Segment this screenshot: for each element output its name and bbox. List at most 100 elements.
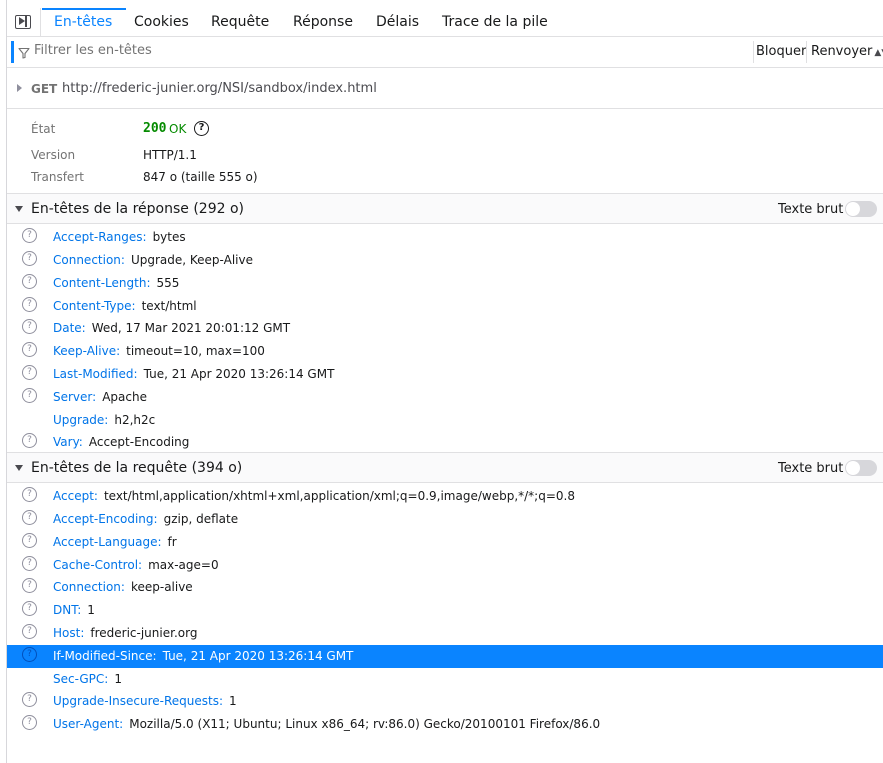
toolbar-divider [806, 41, 807, 63]
request-headers-section-header[interactable]: En-têtes de la requête (394 o) Texte bru… [7, 452, 883, 483]
help-icon[interactable]: ? [22, 647, 37, 662]
help-icon[interactable]: ? [22, 578, 37, 593]
request-headers-title: En-têtes de la requête (394 o) [31, 460, 243, 476]
sidebar-toggle-icon[interactable] [15, 15, 31, 29]
response-headers-section-header[interactable]: En-têtes de la réponse (292 o) Texte bru… [7, 193, 883, 224]
help-icon[interactable]: ? [22, 251, 37, 266]
help-icon[interactable]: ? [22, 297, 37, 312]
raw-text-toggle[interactable] [845, 460, 877, 476]
help-icon[interactable]: ? [22, 533, 37, 548]
header-name: Accept-Ranges: bytes [53, 230, 186, 244]
header-name: Accept-Language: fr [53, 535, 177, 549]
header-value: bytes [152, 230, 186, 244]
header-value: h2,h2c [114, 413, 156, 427]
request-header-row[interactable]: ? Connection: keep-alive [7, 576, 883, 599]
response-header-row[interactable]: ? Content-Length: 555 [7, 272, 883, 295]
help-icon[interactable]: ? [22, 487, 37, 502]
header-value: Mozilla/5.0 (X11; Ubuntu; Linux x86_64; … [129, 717, 601, 731]
status-code: 200 [143, 121, 167, 136]
header-value: Upgrade, Keep-Alive [130, 253, 253, 267]
help-icon[interactable]: ? [22, 601, 37, 616]
tab-stack-trace[interactable]: Trace de la pile [442, 8, 548, 36]
details-tab-bar: En-têtes Cookies Requête Réponse Délais … [7, 8, 883, 37]
request-header-row[interactable]: ? Upgrade-Insecure-Requests: 1 [7, 690, 883, 713]
help-icon[interactable]: ? [22, 692, 37, 707]
response-header-row[interactable]: ? Vary: Accept-Encoding [7, 431, 883, 454]
help-icon[interactable]: ? [22, 624, 37, 639]
header-name: Accept: text/html,application/xhtml+xml,a… [53, 489, 575, 503]
request-url-row[interactable]: GET http://frederic-junier.org/NSI/sandb… [7, 69, 883, 109]
tab-cookies[interactable]: Cookies [134, 8, 189, 36]
request-method: GET [31, 82, 58, 96]
response-header-row[interactable]: ? Content-Type: text/html [7, 295, 883, 318]
header-name: Vary: Accept-Encoding [53, 435, 190, 449]
block-button[interactable]: Bloquer [756, 44, 806, 59]
help-icon[interactable]: ? [22, 319, 37, 334]
header-value: text/html [141, 299, 197, 313]
request-header-row[interactable]: ? Accept: text/html,application/xhtml+xml… [7, 485, 883, 508]
header-name: DNT: 1 [53, 603, 95, 617]
raw-text-label: Texte brut [778, 461, 844, 476]
tab-request[interactable]: Requête [211, 8, 269, 36]
version-label: Version [31, 148, 76, 162]
header-value: timeout=10, max=100 [126, 344, 265, 358]
help-icon[interactable]: ? [194, 121, 209, 136]
header-name: Content-Type: text/html [53, 299, 197, 313]
request-header-row[interactable]: ? User-Agent: Mozilla/5.0 (X11; Ubuntu; L… [7, 713, 883, 736]
help-icon[interactable]: ? [22, 274, 37, 289]
tab-timings[interactable]: Délais [376, 8, 419, 36]
request-header-row[interactable]: ? Cache-Control: max-age=0 [7, 554, 883, 577]
response-header-row[interactable]: Upgrade: h2,h2c [7, 409, 883, 432]
request-header-row[interactable]: ? Accept-Encoding: gzip, deflate [7, 508, 883, 531]
help-icon[interactable]: ? [22, 365, 37, 380]
response-header-row[interactable]: ? Date: Wed, 17 Mar 2021 20:01:12 GMT [7, 317, 883, 340]
toolbar-divider [753, 41, 754, 63]
filter-headers-input[interactable]: Filtrer les en-têtes [34, 43, 152, 58]
header-name: Server: Apache [53, 390, 147, 404]
header-name: Date: Wed, 17 Mar 2021 20:01:12 GMT [53, 321, 291, 335]
resend-label: Renvoyer [811, 44, 873, 59]
expand-arrow-icon[interactable] [17, 84, 22, 92]
header-value: gzip, deflate [163, 512, 239, 526]
help-icon[interactable]: ? [22, 342, 37, 357]
collapse-arrow-icon[interactable] [15, 206, 23, 212]
help-icon[interactable]: ? [22, 388, 37, 403]
request-header-row[interactable]: ? DNT: 1 [7, 599, 883, 622]
request-header-row[interactable]: ? Accept-Language: fr [7, 531, 883, 554]
header-name: Host: frederic-junier.org [53, 626, 198, 640]
header-name: Upgrade: h2,h2c [53, 413, 156, 427]
help-icon[interactable]: ? [22, 510, 37, 525]
help-icon[interactable]: ? [22, 715, 37, 730]
header-value: max-age=0 [148, 558, 219, 572]
up-down-arrows-icon: ▲▼ [874, 48, 883, 58]
header-value: keep-alive [130, 580, 193, 594]
response-header-row[interactable]: ? Last-Modified: Tue, 21 Apr 2020 13:26:1… [7, 363, 883, 386]
header-name: User-Agent: Mozilla/5.0 (X11; Ubuntu; Lin… [53, 717, 601, 731]
header-name: Content-Length: 555 [53, 276, 180, 290]
collapse-arrow-icon[interactable] [15, 465, 23, 471]
funnel-icon [18, 47, 30, 59]
header-name: Upgrade-Insecure-Requests: 1 [53, 694, 237, 708]
help-icon[interactable]: ? [22, 556, 37, 571]
header-name: Accept-Encoding: gzip, deflate [53, 512, 239, 526]
response-header-row[interactable]: ? Keep-Alive: timeout=10, max=100 [7, 340, 883, 363]
request-header-row-selected[interactable]: ? If-Modified-Since: Tue, 21 Apr 2020 13:… [7, 645, 883, 668]
header-value: Tue, 21 Apr 2020 13:26:14 GMT [162, 649, 354, 663]
request-header-row[interactable]: ? Host: frederic-junier.org [7, 622, 883, 645]
resend-button[interactable]: Renvoyer▲▼ [811, 44, 883, 59]
request-header-row[interactable]: Sec-GPC: 1 [7, 668, 883, 691]
tab-response[interactable]: Réponse [293, 8, 353, 36]
tab-headers[interactable]: En-têtes [54, 8, 112, 36]
help-icon[interactable]: ? [22, 228, 37, 243]
response-header-row[interactable]: ? Accept-Ranges: bytes [7, 226, 883, 249]
response-header-row[interactable]: ? Server: Apache [7, 386, 883, 409]
response-header-row[interactable]: ? Connection: Upgrade, Keep-Alive [7, 249, 883, 272]
response-headers-title: En-têtes de la réponse (292 o) [31, 201, 244, 217]
status-text: OK [169, 122, 187, 136]
help-icon[interactable]: ? [22, 433, 37, 448]
filter-bar: Filtrer les en-têtes Bloquer Renvoyer▲▼ [7, 37, 883, 68]
transfer-value: 847 o (taille 555 o) [143, 170, 258, 184]
raw-text-label: Texte brut [778, 202, 844, 217]
header-name: Last-Modified: Tue, 21 Apr 2020 13:26:14 … [53, 367, 335, 381]
raw-text-toggle[interactable] [845, 201, 877, 217]
